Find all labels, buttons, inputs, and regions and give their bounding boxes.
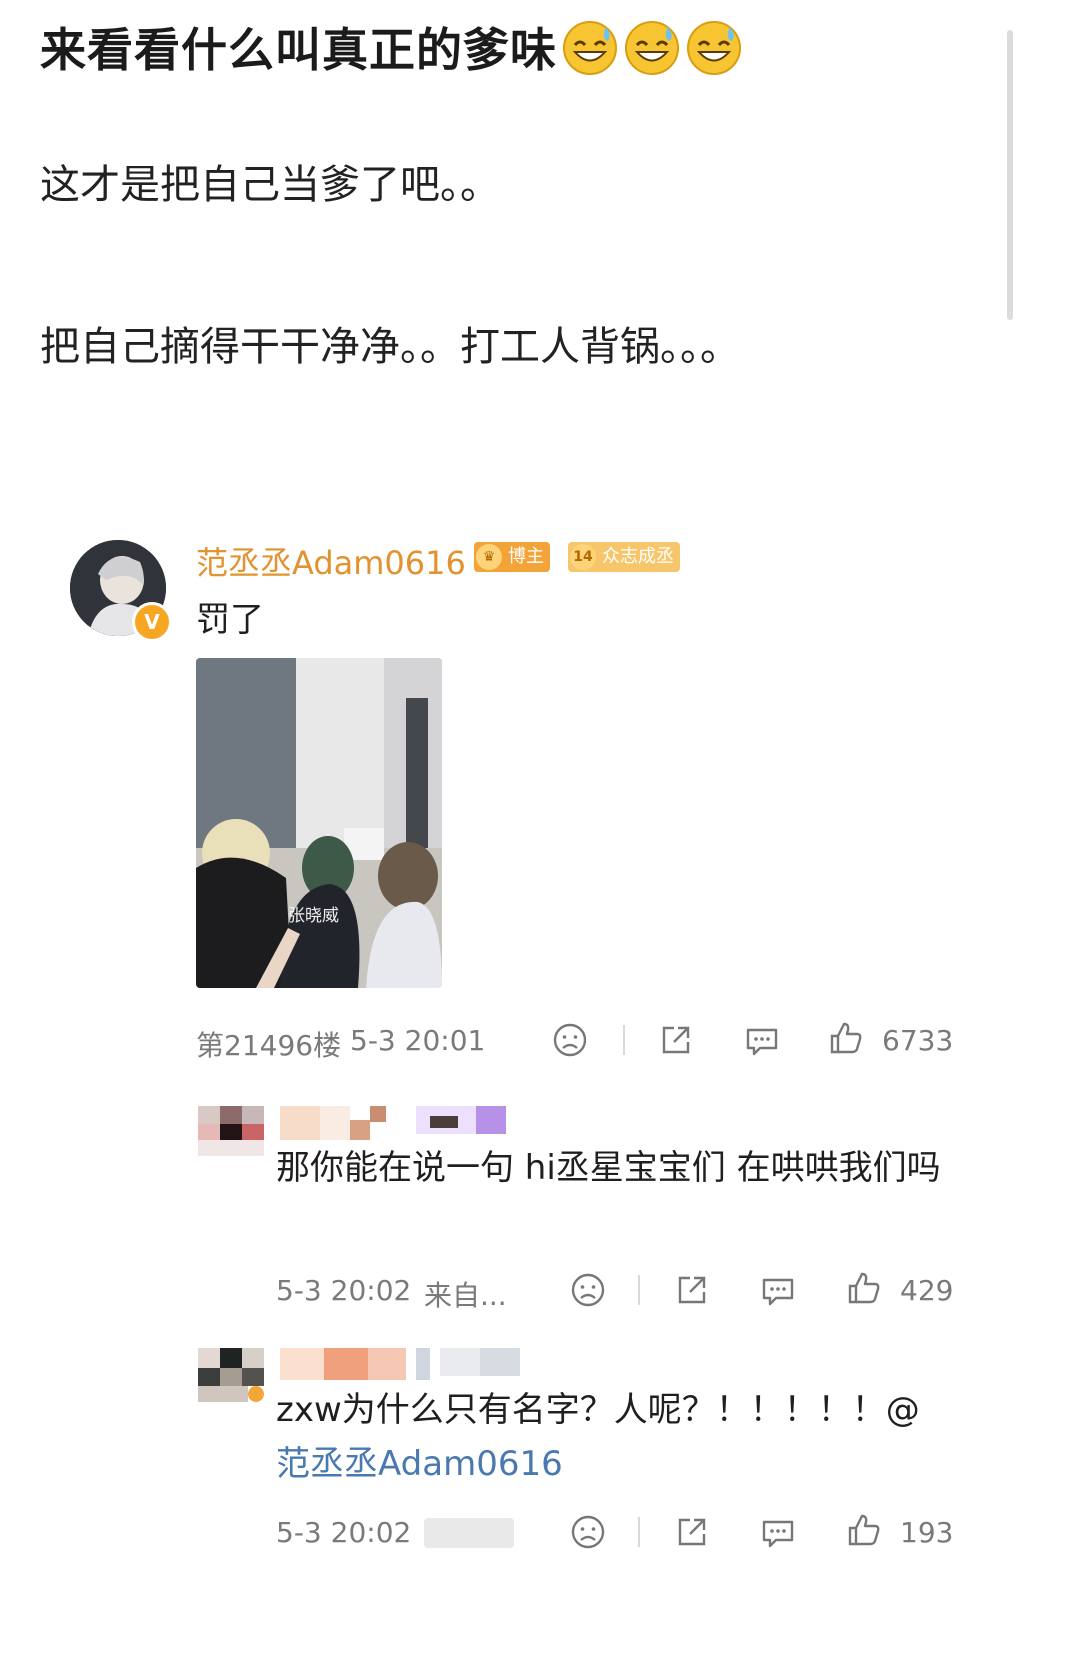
badge-boss-label: 博主	[508, 546, 544, 567]
verified-badge: V	[132, 602, 172, 642]
fan-level: 14	[570, 544, 596, 570]
reply-meta-row: 5-3 20:02 来自... 429	[40, 1268, 1000, 1312]
crown-icon: ♛	[476, 544, 502, 570]
share-icon[interactable]	[672, 1512, 712, 1552]
share-icon[interactable]	[672, 1270, 712, 1310]
post-line-2: 把自己摘得干干净净。。打工人背锅。。。	[40, 324, 740, 370]
grinning-sweat-emoji-icon	[685, 19, 743, 88]
reply-meta-row: 5-3 20:02 193	[40, 1510, 1000, 1554]
comment-username[interactable]: 范丞丞Adam0616	[196, 538, 466, 584]
divider	[623, 1025, 625, 1055]
sad-face-icon[interactable]	[568, 1512, 608, 1552]
photo-caption: 张晓威	[288, 906, 339, 926]
grinning-sweat-emoji-icon	[623, 19, 681, 88]
reply-text: zxw为什么只有名字？人呢？！！！！！@ 范丞丞Adam0616	[276, 1383, 966, 1491]
comment-icon[interactable]	[758, 1270, 798, 1310]
floor-number: 第21496楼	[196, 1029, 342, 1062]
divider	[638, 1517, 640, 1547]
reply-avatar[interactable]	[198, 1106, 268, 1156]
grinning-sweat-emoji-icon	[561, 19, 619, 88]
reply-source: 来自...	[424, 1279, 507, 1312]
reply-time: 5-3 20:02	[276, 1274, 412, 1307]
scrollbar[interactable]	[1007, 30, 1013, 320]
thumbs-up-icon[interactable]	[844, 1510, 884, 1550]
share-icon[interactable]	[656, 1020, 696, 1060]
comment-text: 罚了	[196, 600, 264, 640]
reply-time: 5-3 20:02	[276, 1516, 412, 1549]
post-title-text: 来看看什么叫真正的爹味	[40, 23, 557, 77]
reply-text-body: zxw为什么只有名字？人呢？！！！！！@	[276, 1390, 920, 1430]
thumbs-up-icon[interactable]	[826, 1018, 866, 1058]
post-line-1: 这才是把自己当爹了吧。。	[40, 162, 500, 208]
comment-photo[interactable]: 张晓威	[196, 658, 442, 988]
comment-icon[interactable]	[742, 1020, 782, 1060]
comment-time: 5-3 20:01	[350, 1024, 486, 1057]
sad-face-icon[interactable]	[568, 1270, 608, 1310]
like-count: 6733	[882, 1024, 954, 1057]
like-count: 429	[900, 1274, 954, 1307]
reply-avatar[interactable]	[198, 1348, 268, 1402]
thumbs-up-icon[interactable]	[844, 1268, 884, 1308]
badge-fan-label: 众志成丞	[602, 546, 674, 567]
reply-source-blurred	[424, 1518, 514, 1548]
divider	[638, 1275, 640, 1305]
comment-meta-row: 第21496楼 5-3 20:01 6733	[40, 1018, 1000, 1062]
sad-face-icon[interactable]	[550, 1020, 590, 1060]
like-count: 193	[900, 1516, 954, 1549]
badge-boss: ♛ 博主	[474, 542, 550, 572]
reply-text: 那你能在说一句 hi丞星宝宝们 在哄哄我们吗	[276, 1148, 941, 1188]
comment-icon[interactable]	[758, 1512, 798, 1552]
badge-fan: 14 众志成丞	[568, 542, 680, 572]
mention-link[interactable]: 范丞丞Adam0616	[276, 1444, 563, 1484]
reply-username-blurred[interactable]	[280, 1106, 506, 1142]
post-title: 来看看什么叫真正的爹味	[40, 14, 743, 88]
comment-screenshot: V 范丞丞Adam0616 ♛ 博主 14 众志成丞 罚了 张晓威 第21496…	[40, 520, 1000, 1568]
reply-username-blurred[interactable]	[280, 1348, 520, 1384]
